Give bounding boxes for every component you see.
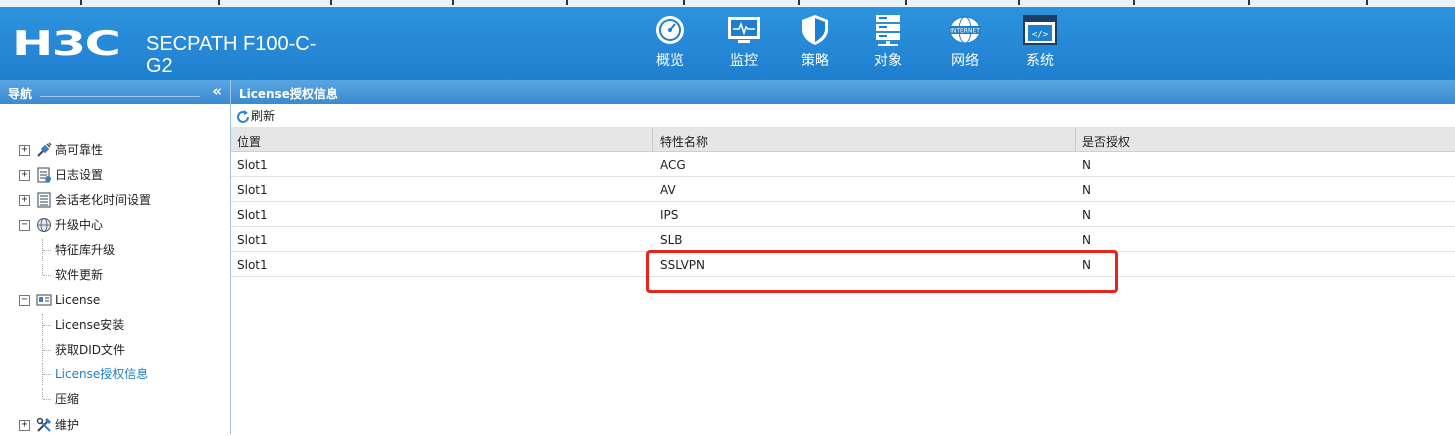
table-row[interactable]: Slot1 ACG N — [231, 152, 1455, 177]
cell-feature: IPS — [660, 208, 679, 222]
expand-icon[interactable]: + — [19, 170, 30, 181]
nav-object-label: 对象 — [874, 53, 902, 69]
product-name: SECPATH F100-C-G2 — [146, 33, 317, 77]
sidebar: 导航 « + 高可靠性 + 日志设置 + 会话老化时间设置 − 升级中心 特征库… — [0, 80, 231, 434]
svg-text:</>: </> — [1032, 30, 1049, 40]
cell-authorized: N — [1082, 183, 1091, 197]
toolbar: 刷新 — [231, 104, 1455, 128]
main-panel: License授权信息 刷新 位置 特性名称 是否授权 Slot1 ACG N … — [231, 80, 1455, 434]
tree-label: 会话老化时间设置 — [55, 193, 152, 207]
notepad-icon — [37, 192, 51, 208]
collapse-icon[interactable]: − — [19, 220, 30, 231]
tools-icon — [36, 417, 52, 432]
monitor-icon — [728, 17, 760, 43]
id-card-icon — [36, 294, 52, 306]
nav-network[interactable]: INTERNET 网络 — [933, 14, 997, 70]
svg-text:INTERNET: INTERNET — [950, 28, 980, 35]
top-header: H3C SECPATH F100-C-G2 概览 监控 策略 对象 INTERN… — [0, 0, 1455, 80]
nav-network-label: 网络 — [951, 53, 979, 69]
column-header-location[interactable]: 位置 — [237, 133, 261, 150]
h3c-logo: H3C — [12, 24, 121, 64]
refresh-icon — [237, 109, 249, 123]
sidebar-header: 导航 « — [0, 80, 230, 104]
cell-authorized: N — [1082, 258, 1091, 272]
gauge-icon — [656, 16, 684, 44]
tree-label: 软件更新 — [55, 268, 104, 282]
cell-location: Slot1 — [237, 158, 268, 172]
nav-system[interactable]: </> 系统 — [1008, 14, 1072, 70]
nav-monitor[interactable]: 监控 — [712, 14, 776, 70]
cell-authorized: N — [1082, 233, 1091, 247]
license-table: 位置 特性名称 是否授权 Slot1 ACG N Slot1 AV N Slot… — [231, 128, 1455, 277]
nav-overview[interactable]: 概览 — [638, 14, 702, 70]
internet-globe-icon: INTERNET — [949, 16, 981, 44]
cell-authorized: N — [1082, 158, 1091, 172]
nav-system-label: 系统 — [1026, 53, 1054, 69]
tree-label: 升级中心 — [55, 218, 104, 232]
nav-monitor-label: 监控 — [730, 53, 758, 69]
column-header-feature[interactable]: 特性名称 — [660, 133, 708, 150]
tree-label: 特征库升级 — [55, 243, 116, 257]
tree-label: 获取DID文件 — [55, 343, 126, 357]
tree-label: 压缩 — [55, 392, 80, 406]
table-row[interactable]: Slot1 SSLVPN N — [231, 252, 1455, 277]
expand-icon[interactable]: + — [19, 420, 30, 431]
cell-location: Slot1 — [237, 183, 268, 197]
tree-label: License — [55, 293, 101, 307]
nav-policy-label: 策略 — [801, 53, 829, 69]
tree-label: 高可靠性 — [55, 143, 104, 157]
sidebar-title: 导航 — [8, 87, 33, 101]
cell-authorized: N — [1082, 208, 1091, 222]
nav-overview-label: 概览 — [656, 53, 684, 69]
panel-title: License授权信息 — [231, 80, 1455, 104]
nav-policy[interactable]: 策略 — [783, 14, 847, 70]
collapse-sidebar-button[interactable]: « — [212, 82, 222, 100]
cell-location: Slot1 — [237, 233, 268, 247]
cell-feature: ACG — [660, 158, 686, 172]
tree-label: 维护 — [55, 418, 80, 432]
cell-feature: SSLVPN — [660, 258, 706, 272]
plug-icon — [37, 142, 52, 157]
server-stack-icon — [876, 15, 900, 46]
upgrade-globe-icon — [37, 218, 51, 232]
tree-label: 日志设置 — [55, 168, 104, 182]
table-row[interactable]: Slot1 IPS N — [231, 202, 1455, 227]
code-window-icon: </> — [1023, 15, 1057, 45]
collapse-icon[interactable]: − — [19, 295, 30, 306]
tree-label: License授权信息 — [55, 367, 149, 381]
expand-icon[interactable]: + — [19, 145, 30, 156]
browser-strip — [0, 0, 1455, 7]
refresh-button[interactable]: 刷新 — [235, 107, 275, 125]
nav-object[interactable]: 对象 — [856, 14, 920, 70]
log-document-icon — [37, 167, 51, 183]
table-row[interactable]: Slot1 SLB N — [231, 227, 1455, 252]
table-row[interactable]: Slot1 AV N — [231, 177, 1455, 202]
expand-icon[interactable]: + — [19, 195, 30, 206]
cell-location: Slot1 — [237, 208, 268, 222]
tree-label: License安装 — [55, 318, 125, 332]
column-header-authorized[interactable]: 是否授权 — [1082, 133, 1130, 150]
cell-feature: AV — [660, 183, 676, 197]
table-header: 位置 特性名称 是否授权 — [231, 128, 1455, 152]
shield-icon — [802, 15, 828, 45]
cell-location: Slot1 — [237, 258, 268, 272]
cell-feature: SLB — [660, 233, 683, 247]
refresh-label: 刷新 — [251, 109, 276, 123]
